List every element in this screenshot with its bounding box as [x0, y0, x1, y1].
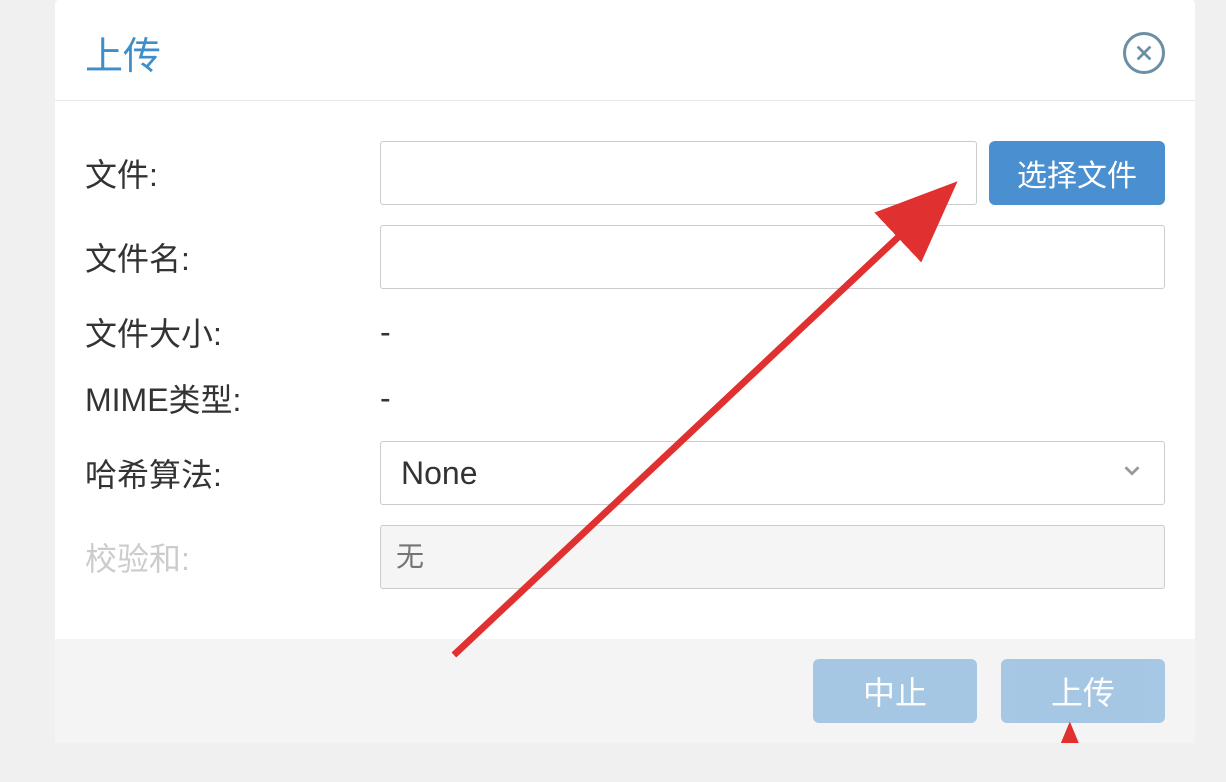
filename-row: 文件名:: [85, 225, 1165, 289]
filename-label: 文件名:: [85, 234, 380, 280]
checksum-input: [380, 525, 1165, 589]
dialog-footer: 中止 上传: [55, 639, 1195, 743]
dialog-body: 文件: 选择文件 文件名: 文件大小: - MIME类型: - 哈希算法: No: [55, 101, 1195, 639]
close-button[interactable]: [1123, 32, 1165, 74]
filename-input[interactable]: [380, 225, 1165, 289]
hash-select[interactable]: None: [380, 441, 1165, 505]
mimetype-value: -: [380, 380, 391, 417]
file-row: 文件: 选择文件: [85, 141, 1165, 205]
dialog-header: 上传: [55, 0, 1195, 101]
filesize-value: -: [380, 314, 391, 351]
hash-label: 哈希算法:: [85, 450, 380, 496]
mimetype-label: MIME类型:: [85, 375, 380, 421]
checksum-label: 校验和:: [85, 534, 380, 580]
file-input[interactable]: [380, 141, 977, 205]
dialog-title: 上传: [85, 25, 161, 80]
select-file-button[interactable]: 选择文件: [989, 141, 1165, 205]
abort-button[interactable]: 中止: [813, 659, 977, 723]
filesize-label: 文件大小:: [85, 309, 380, 355]
file-label: 文件:: [85, 150, 380, 196]
filesize-row: 文件大小: -: [85, 309, 1165, 355]
close-icon: [1133, 42, 1155, 64]
upload-button[interactable]: 上传: [1001, 659, 1165, 723]
hash-row: 哈希算法: None: [85, 441, 1165, 505]
mimetype-row: MIME类型: -: [85, 375, 1165, 421]
upload-dialog: 上传 文件: 选择文件 文件名: 文件大小: - M: [55, 0, 1195, 743]
checksum-row: 校验和:: [85, 525, 1165, 589]
